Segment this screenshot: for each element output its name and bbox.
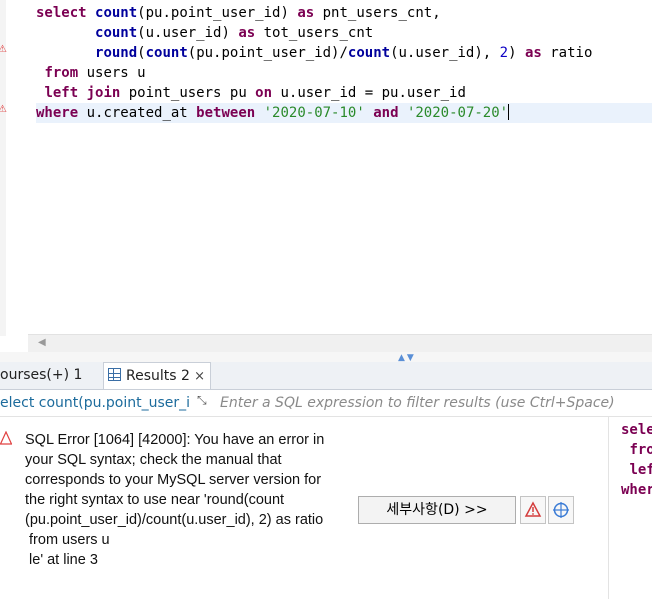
code-line: lef [629,462,652,478]
text-cursor [508,104,510,120]
results-tab-bar: ourses(+) 1 Results 2 × [0,362,652,390]
tab-label: ourses(+) 1 [0,367,83,383]
tab-results-2[interactable]: Results 2 × [103,362,211,389]
filter-query-label[interactable]: elect count(pu.point_user_id [0,390,190,416]
scroll-left-icon[interactable]: ◀ [38,337,46,348]
locate-button[interactable] [548,496,574,524]
sql-code[interactable]: select count(pu.point_user_id) as pnt_us… [36,3,652,123]
error-panel: SQL Error [1064] [42000]: You have an er… [0,417,608,599]
code-line: left join point_users pu on u.user_id = … [44,85,466,101]
close-tab-icon[interactable]: × [194,363,205,390]
code-line: where u.created_at between '2020-07-10' … [36,103,652,123]
grid-icon [108,368,121,381]
editor-gutter: ⚠ ⚠ [0,0,7,336]
code-line: sele [621,422,652,438]
code-line: fro [629,442,652,458]
editor-horizontal-scrollbar[interactable]: ◀ [28,334,652,353]
tab-courses[interactable]: ourses(+) 1 [0,362,100,389]
code-line: from users u [44,65,146,81]
crosshair-icon [553,502,569,518]
expand-icon[interactable]: ⤡ [197,393,207,408]
tab-label: Results 2 [126,368,190,384]
error-log-button[interactable] [520,496,546,524]
warning-icon [524,501,542,517]
panel-splitter[interactable]: ▲▼ [0,352,652,363]
details-button[interactable]: 세부사항(D) >> [358,496,516,524]
query-preview-text: sele fro lef wher [621,420,652,500]
code-line: round(count(pu.point_user_id)/count(u.us… [95,45,593,61]
code-line: count(u.user_id) as tot_users_cnt [95,25,374,41]
filter-input[interactable] [220,390,640,416]
warning-marker-icon: ⚠ [0,104,7,115]
filter-bar: elect count(pu.point_user_id ⤡ [0,390,652,417]
code-line: wher [621,482,652,498]
error-icon [0,431,12,445]
sql-editor[interactable]: ⚠ ⚠ select count(pu.point_user_id) as pn… [0,0,652,336]
code-line: select count(pu.point_user_id) as pnt_us… [36,5,441,21]
error-message: SQL Error [1064] [42000]: You have an er… [25,432,325,568]
query-preview-panel: sele fro lef wher [608,417,652,599]
warning-marker-icon: ⚠ [0,44,7,55]
